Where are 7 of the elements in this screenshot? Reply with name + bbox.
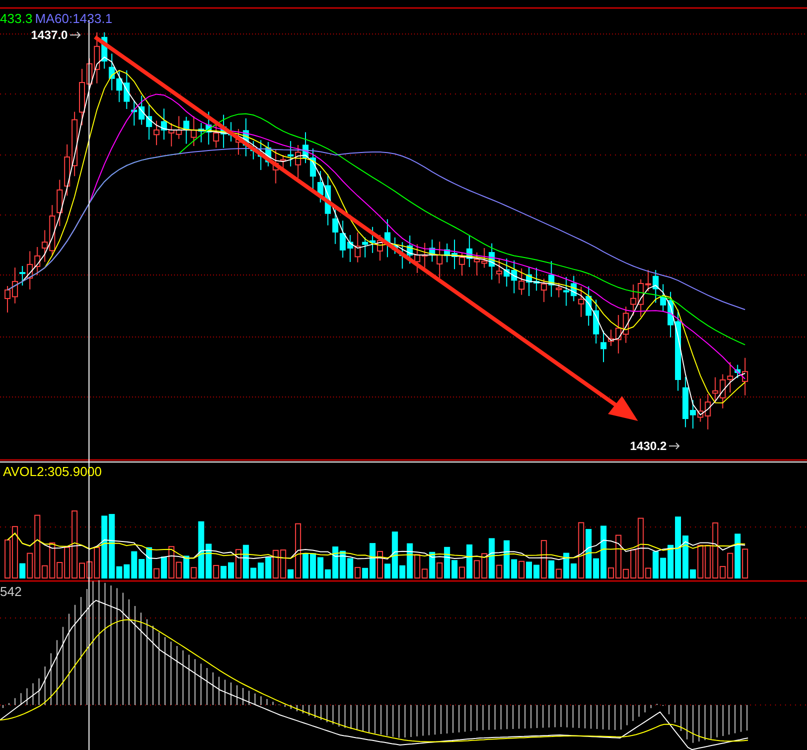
indicator-legend: 433.3 bbox=[0, 11, 33, 26]
macd-legend: 542 bbox=[0, 584, 22, 599]
low-price-label: 1430.2 bbox=[630, 439, 667, 453]
high-price-label: 1437.0 bbox=[31, 28, 68, 42]
indicator-legend: MA60:1433.1 bbox=[35, 11, 112, 26]
pointer-arrow-icon bbox=[70, 32, 81, 38]
pointer-arrow-icon bbox=[668, 442, 680, 450]
